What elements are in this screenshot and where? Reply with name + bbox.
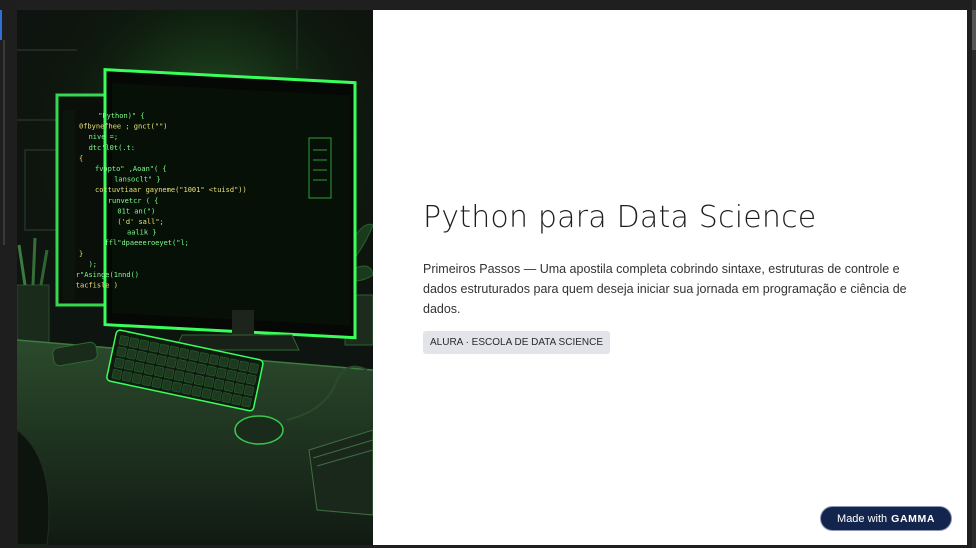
slide-card: "Python)" { 0fbynefhee ; gnct("") nive =;… <box>17 10 967 545</box>
desk-computer-illustration: "Python)" { 0fbynefhee ; gnct("") nive =;… <box>17 10 373 545</box>
keyboard-key <box>114 357 125 369</box>
keyboard-key <box>161 379 172 391</box>
keyboard-key <box>136 350 147 362</box>
keyboard-key <box>231 394 242 406</box>
keyboard-key <box>128 337 140 349</box>
keyboard-key <box>181 383 192 395</box>
keyboard-key <box>121 371 132 382</box>
code-line: dtc'l0t(.t: <box>89 144 135 152</box>
keyboard-key <box>236 372 247 383</box>
made-with-label: Made with <box>837 512 888 525</box>
code-line: nive =; <box>89 133 119 141</box>
keyboard-key <box>148 341 160 353</box>
keyboard-key <box>203 376 215 388</box>
keyboard-key <box>153 366 165 377</box>
code-line: tacfisle ) <box>76 282 118 290</box>
keyboard-key <box>208 354 219 366</box>
code-line: runvetcr ( { <box>108 197 159 205</box>
school-tag: ALURA · ESCOLA DE DATA SCIENCE <box>423 331 611 354</box>
keyboard-key <box>213 379 225 390</box>
keyboard-key <box>141 375 152 387</box>
keyboard-key <box>176 359 187 370</box>
keyboard-key <box>223 381 235 392</box>
keyboard-key <box>144 364 155 375</box>
keyboard-key <box>198 352 209 363</box>
keyboard-key <box>171 381 182 393</box>
slide-description: Primeiros Passos — Uma apostila completa… <box>423 262 907 316</box>
window-left-edge <box>0 0 17 548</box>
keyboard-key <box>193 374 205 386</box>
keyboard-key <box>226 369 237 381</box>
keyboard-key <box>218 356 229 368</box>
keyboard-key <box>216 367 227 379</box>
code-line: "Python)" { <box>98 112 144 120</box>
keyboard-key <box>183 372 195 384</box>
keyboard-key <box>211 390 222 401</box>
code-line: cottuvtiaar gayneme("1001" <tuisd")) <box>95 186 247 194</box>
keyboard-key <box>246 374 257 385</box>
keyboard-key <box>116 346 127 358</box>
keyboard-key <box>111 369 122 380</box>
keyboard-key <box>158 343 170 355</box>
code-line: ('d' sall"; <box>117 218 163 226</box>
made-with-gamma-button[interactable]: Made with GAMMA <box>820 506 952 531</box>
page-title: Python para Data Science <box>423 200 817 235</box>
keyboard-key <box>163 368 175 380</box>
keyboard-key <box>191 386 202 397</box>
keyboard-key <box>138 339 150 351</box>
code-line: lansoclt" } <box>114 176 160 184</box>
keyboard-key <box>188 350 200 361</box>
keyboard-key <box>238 360 249 372</box>
keyboard-key <box>233 383 245 394</box>
window-scrollbar[interactable] <box>972 0 976 548</box>
keyboard-key <box>201 388 212 399</box>
keyboard-key <box>151 377 162 389</box>
keyboard-key <box>173 370 185 382</box>
keyboard-key <box>134 362 145 373</box>
keyboard-key <box>186 361 197 373</box>
code-line: 01t an(") <box>117 207 155 215</box>
keyboard-key <box>156 355 167 366</box>
keyboard-key <box>206 365 217 377</box>
left-scroll-track <box>3 40 5 245</box>
code-line: ffl"dpaeeeroeyet("l; <box>105 239 189 247</box>
keyboard-key <box>126 348 137 360</box>
code-line: r"Asinge(1nnd() <box>76 271 139 279</box>
keyboard-key <box>166 357 177 368</box>
hero-illustration: "Python)" { 0fbynefhee ; gnct("") nive =;… <box>17 10 373 545</box>
keyboard-key <box>118 335 130 347</box>
keyboard-key <box>196 363 207 375</box>
code-line: } <box>79 250 83 258</box>
keyboard-key <box>124 359 135 371</box>
left-accent-bar <box>0 10 2 40</box>
code-line: { <box>79 154 83 162</box>
code-line: aalik } <box>127 229 157 237</box>
gamma-logo: GAMMA <box>891 512 935 525</box>
keyboard-key <box>131 373 142 384</box>
keyboard-key <box>228 358 239 370</box>
keyboard-key <box>241 396 252 408</box>
code-line: 0fbynefhee ; gnct("") <box>79 123 168 131</box>
content-panel: Python para Data Science Primeiros Passo… <box>373 10 967 545</box>
keyboard-key <box>248 362 259 374</box>
scrollbar-thumb[interactable] <box>972 10 976 50</box>
keyboard-key <box>178 348 190 359</box>
code-line: ); <box>89 260 97 268</box>
keyboard-key <box>168 345 180 357</box>
code-line: fvppto" ,Aoan"( { <box>95 165 167 173</box>
keyboard-key <box>146 352 157 364</box>
keyboard-key <box>243 385 255 397</box>
keyboard-key <box>221 392 232 404</box>
